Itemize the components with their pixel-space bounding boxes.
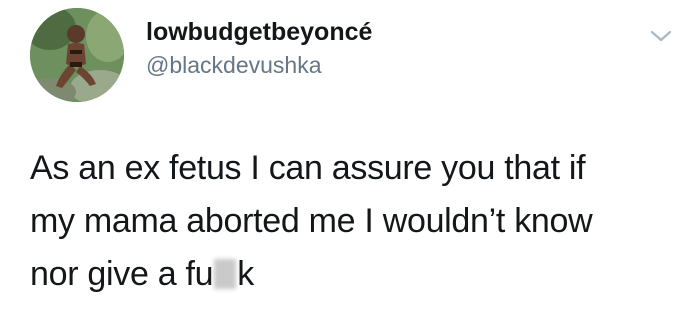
chevron-down-icon: [650, 30, 672, 42]
tweet-card: lowbudgetbeyoncé @blackdevushka As an ex…: [0, 0, 700, 326]
tweet-text: As an ex fetus I can assure you that if …: [30, 142, 680, 301]
user-handle[interactable]: @blackdevushka: [146, 52, 322, 79]
user-avatar[interactable]: [30, 8, 124, 102]
tweet-menu-button[interactable]: [650, 28, 672, 44]
tweet-text-line-2: my mama aborted me I wouldn’t know: [30, 202, 593, 240]
profile-photo-icon: [30, 8, 124, 102]
tweet-text-line-1: As an ex fetus I can assure you that if: [30, 149, 586, 187]
tweet-text-line-3-start: nor give a fu: [30, 255, 214, 293]
user-display-name[interactable]: lowbudgetbeyoncé: [146, 18, 372, 47]
tweet-text-line-3-end: k: [237, 255, 254, 293]
censor-blur: [214, 259, 237, 289]
tweet-text-line-3: nor give a fu k: [30, 248, 680, 301]
